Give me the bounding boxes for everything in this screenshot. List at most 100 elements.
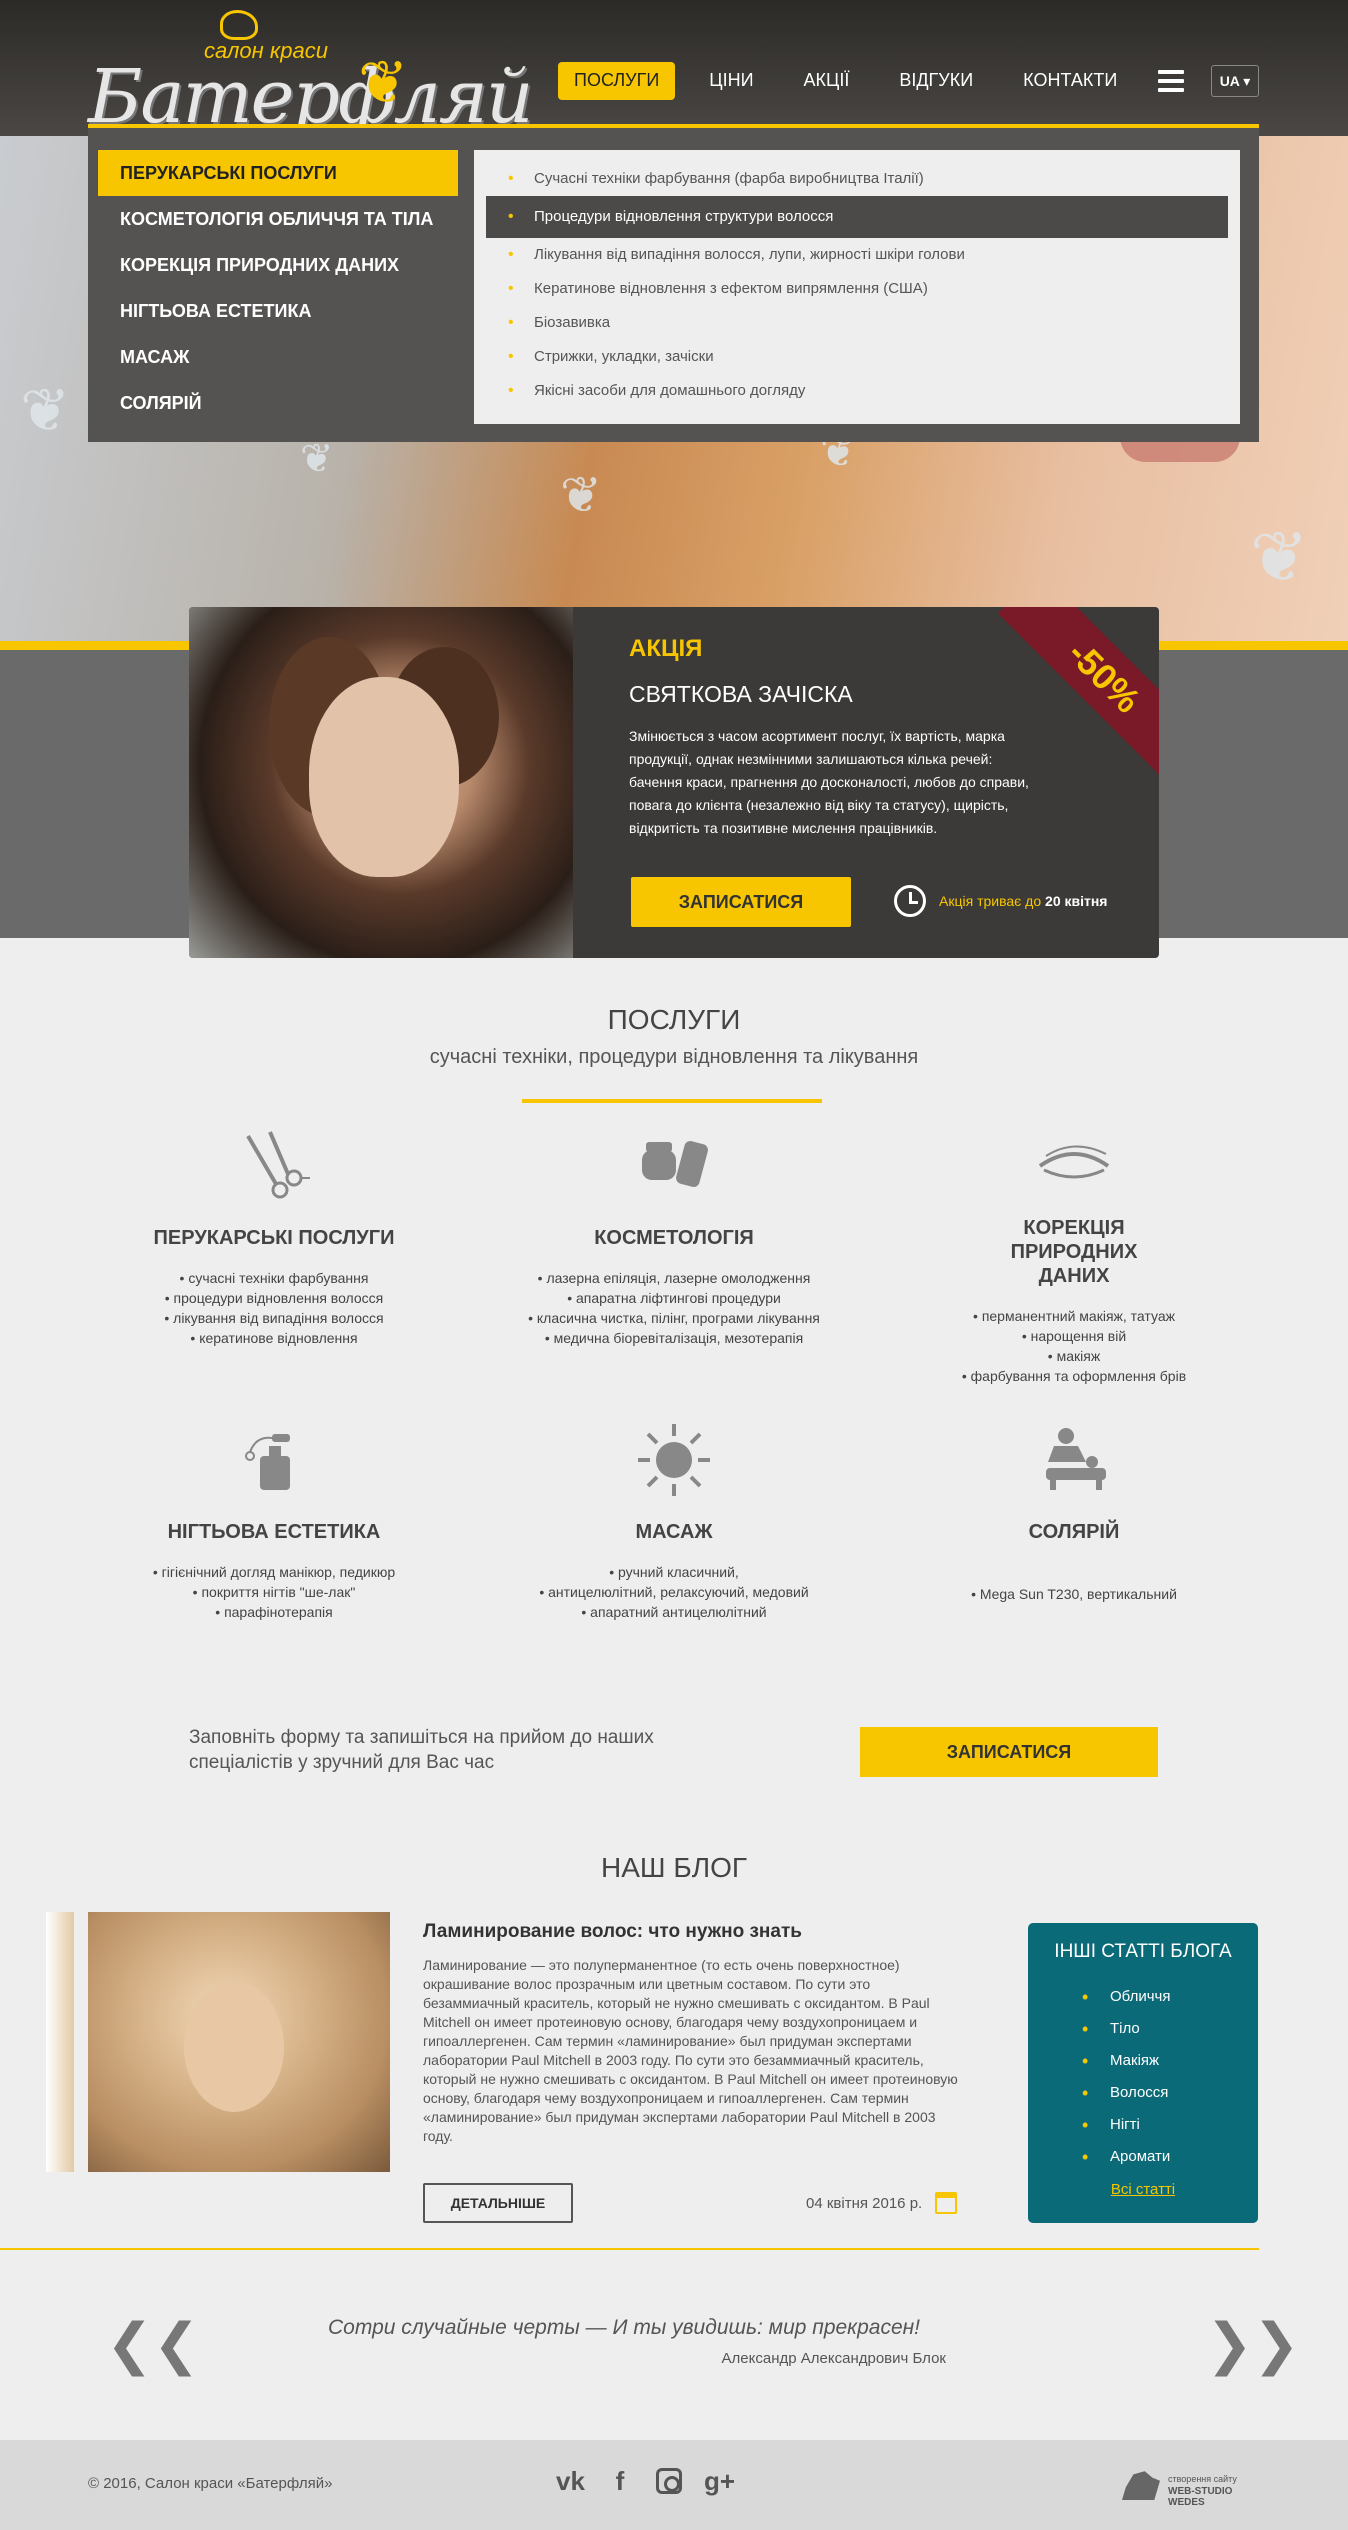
blog-more-button[interactable]: ДЕТАЛЬНІШЕ	[423, 2183, 573, 2223]
logo[interactable]: салон краси Батерфляй ❦	[88, 8, 534, 140]
mega-cat-solarium[interactable]: СОЛЯРІЙ	[98, 380, 458, 426]
blog-image-face	[184, 1982, 284, 2112]
google-plus-icon[interactable]: g+	[704, 2466, 735, 2496]
mega-cat-massage[interactable]: МАСАЖ	[98, 334, 458, 380]
service-list-item: нарощення вій	[909, 1326, 1239, 1346]
quote-author: Александр Александрович Блок	[721, 2350, 946, 2367]
other-article-link[interactable]: Аромати	[1082, 2141, 1258, 2173]
mega-cat-hair[interactable]: ПЕРУКАРСЬКІ ПОСЛУГИ	[98, 150, 458, 196]
promo-image-face	[309, 677, 459, 877]
blog-post-title[interactable]: Ламинирование волос: что нужно знать	[423, 1921, 802, 1943]
promo-until: Акція триває до 20 квітня	[939, 893, 1107, 909]
clock-icon	[894, 885, 926, 917]
promo-until-date: 20 квітня	[1045, 893, 1108, 909]
logo-head-icon	[220, 10, 258, 40]
scissors-icon	[234, 1126, 314, 1206]
service-list-item: парафінотерапія	[109, 1602, 439, 1622]
mega-subitem[interactable]: Якісні засоби для домашнього догляду	[486, 374, 1228, 408]
main-nav: ПОСЛУГИ ЦІНИ АКЦІЇ ВІДГУКИ КОНТАКТИ	[558, 62, 1133, 100]
nav-prices[interactable]: ЦІНИ	[693, 62, 769, 100]
promo-card: АКЦІЯ СВЯТКОВА ЗАЧІСКА Змінюється з часо…	[189, 607, 1159, 958]
services-subtitle: сучасні техніки, процедури відновлення т…	[429, 1046, 919, 1068]
blog-prev-image[interactable]	[46, 1912, 74, 2172]
mega-subitem[interactable]: Біозавивка	[486, 306, 1228, 340]
service-name: КОРЕКЦІЯ ПРИРОДНИХ ДАНИХ	[1010, 1217, 1138, 1287]
service-card: КОСМЕТОЛОГІЯ лазерна епіляція, лазерне о…	[509, 1126, 839, 1348]
blog-post-date: 04 квітня 2016 р.	[806, 2195, 923, 2212]
eye-icon	[1034, 1126, 1114, 1206]
mega-subitem[interactable]: Сучасні техніки фарбування (фарба виробн…	[486, 162, 1228, 196]
mega-categories: ПЕРУКАРСЬКІ ПОСЛУГИ КОСМЕТОЛОГІЯ ОБЛИЧЧЯ…	[98, 150, 458, 426]
service-card: НІГТЬОВА ЕСТЕТИКА гігієнічний догляд ман…	[109, 1420, 439, 1622]
nav-contacts[interactable]: КОНТАКТИ	[1007, 62, 1133, 100]
service-name: КОСМЕТОЛОГІЯ	[594, 1227, 754, 1249]
social-links: vk f g+	[556, 2466, 735, 2496]
butterfly-icon: ❦	[1250, 518, 1309, 596]
other-articles-list: Обличчя Тіло Макіяж Волосся Нігті Аромат…	[1082, 1981, 1258, 2173]
service-card: КОРЕКЦІЯ ПРИРОДНИХ ДАНИХ перманентний ма…	[909, 1126, 1239, 1386]
other-article-link[interactable]: Волосся	[1082, 2077, 1258, 2109]
section-divider	[0, 2248, 1259, 2250]
mega-subitem[interactable]: Лікування від випадіння волосся, лупи, ж…	[486, 238, 1228, 272]
facebook-icon[interactable]: f	[606, 2466, 634, 2496]
service-card: МАСАЖ ручний класичний, антицелюлітний, …	[509, 1420, 839, 1622]
other-article-link[interactable]: Обличчя	[1082, 1981, 1258, 2013]
studio-credit[interactable]: створення сайту WEB-STUDIO WEDES	[1122, 2468, 1262, 2508]
service-list-item: апаратна ліфтингові процедури	[509, 1288, 839, 1308]
other-articles-box: ІНШІ СТАТТІ БЛОГА Обличчя Тіло Макіяж Во…	[1028, 1923, 1258, 2223]
service-list-item: перманентний макіяж, татуаж	[909, 1306, 1239, 1326]
studio-line2: WEB-STUDIO WEDES	[1168, 2486, 1233, 2508]
service-name: СОЛЯРІЙ	[1028, 1521, 1120, 1543]
mega-subitem[interactable]: Стрижки, укладки, зачіски	[486, 340, 1228, 374]
nav-reviews[interactable]: ВІДГУКИ	[883, 62, 989, 100]
service-list-item: макіяж	[909, 1346, 1239, 1366]
services-title: ПОСЛУГИ	[607, 1004, 741, 1035]
mega-menu: ПЕРУКАРСЬКІ ПОСЛУГИ КОСМЕТОЛОГІЯ ОБЛИЧЧЯ…	[88, 128, 1259, 442]
promo-until-prefix: Акція триває до	[939, 893, 1042, 909]
service-list-item: класична чистка, пілінг, програми лікува…	[509, 1308, 839, 1328]
other-article-link[interactable]: Тіло	[1082, 2013, 1258, 2045]
instagram-icon[interactable]	[656, 2468, 682, 2494]
quote-next-arrow[interactable]: ❯❯	[1206, 2312, 1300, 2377]
mega-cat-nails[interactable]: НІГТЬОВА ЕСТЕТИКА	[98, 288, 458, 334]
cta-text: Заповніть форму та запишіться на прийом …	[189, 1727, 654, 1773]
quote-prev-arrow[interactable]: ❮❮	[106, 2312, 200, 2377]
service-card: ПЕРУКАРСЬКІ ПОСЛУГИ сучасні техніки фарб…	[109, 1126, 439, 1348]
service-list-item: лікування від випадіння волосся	[109, 1308, 439, 1328]
service-list-item: сучасні техніки фарбування	[109, 1268, 439, 1288]
site-header: салон краси Батерфляй ❦ ПОСЛУГИ ЦІНИ АКЦ…	[0, 0, 1348, 140]
mega-subitem[interactable]: Процедури відновлення структури волосся	[486, 196, 1228, 238]
service-list-item: антицелюлітний, релаксуючий, медовий	[509, 1582, 839, 1602]
nav-services[interactable]: ПОСЛУГИ	[558, 62, 676, 100]
promo-image	[189, 607, 573, 958]
language-select[interactable]: UA ▾	[1211, 65, 1259, 97]
service-list: сучасні техніки фарбування процедури від…	[109, 1268, 439, 1348]
promo-label: АКЦІЯ	[629, 635, 703, 662]
service-list-item: апаратний антицелюлітний	[509, 1602, 839, 1622]
service-list: Mega Sun T230, вертикальний	[909, 1584, 1239, 1604]
mega-cat-cosmetology[interactable]: КОСМЕТОЛОГІЯ ОБЛИЧЧЯ ТА ТІЛА	[98, 196, 458, 242]
all-articles-link[interactable]: Всі статті	[1028, 2181, 1258, 2198]
blog-post-image[interactable]	[88, 1912, 390, 2172]
service-list-item: лазерна епіляція, лазерне омолодження	[509, 1268, 839, 1288]
cosmetics-icon	[634, 1126, 714, 1206]
cta-signup-button[interactable]: ЗАПИСАТИСЯ	[860, 1727, 1158, 1777]
service-card: СОЛЯРІЙ Mega Sun T230, вертикальний	[909, 1420, 1239, 1604]
other-article-link[interactable]: Нігті	[1082, 2109, 1258, 2141]
mega-subitem[interactable]: Кератинове відновлення з ефектом випрямл…	[486, 272, 1228, 306]
promo-signup-button[interactable]: ЗАПИСАТИСЯ	[631, 877, 851, 927]
menu-icon[interactable]	[1158, 70, 1184, 92]
perfume-icon	[234, 1420, 314, 1500]
nav-promotions[interactable]: АКЦІЇ	[788, 62, 866, 100]
sun-icon	[634, 1420, 714, 1500]
other-articles-title: ІНШІ СТАТТІ БЛОГА	[1054, 1941, 1232, 1962]
service-list-item: кератинове відновлення	[109, 1328, 439, 1348]
massage-icon	[1034, 1420, 1114, 1500]
vk-icon[interactable]: vk	[556, 2466, 585, 2496]
service-list: гігієнічний догляд манікюр, педикюр покр…	[109, 1562, 439, 1622]
service-list: перманентний макіяж, татуаж нарощення ві…	[909, 1306, 1239, 1386]
other-article-link[interactable]: Макіяж	[1082, 2045, 1258, 2077]
mega-cat-correction[interactable]: КОРЕКЦІЯ ПРИРОДНИХ ДАНИХ	[98, 242, 458, 288]
service-list-item: гігієнічний догляд манікюр, педикюр	[109, 1562, 439, 1582]
blog-post-text: Ламинирование — это полуперманентное (то…	[423, 1957, 958, 2144]
